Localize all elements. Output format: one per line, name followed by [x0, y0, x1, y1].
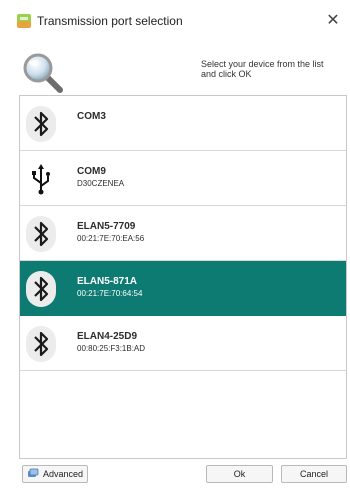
- app-icon: [17, 14, 31, 28]
- device-detail: D30CZENEA: [77, 179, 125, 188]
- title-bar: Transmission port selection ✕: [0, 0, 350, 44]
- close-button[interactable]: ✕: [323, 10, 343, 32]
- advanced-button[interactable]: Advanced: [22, 465, 88, 483]
- bluetooth-icon: [26, 106, 56, 142]
- device-name: ELAN5-871A: [77, 276, 138, 287]
- device-name: ELAN5-7709: [77, 221, 136, 232]
- instruction-text: Select your device from the list and cli…: [201, 59, 324, 79]
- device-detail: 00:21:7E:70:EA:56: [77, 234, 145, 243]
- device-name: COM3: [77, 111, 106, 122]
- magnifier-icon: [23, 53, 63, 93]
- device-row-com9[interactable]: COM9 D30CZENEA: [20, 151, 346, 206]
- advanced-settings-icon: [28, 468, 39, 477]
- advanced-label: Advanced: [43, 469, 84, 479]
- device-row-elan5-871a[interactable]: ELAN5-871A 00:21:7E:70:64:54: [20, 261, 346, 316]
- device-name: ELAN4-25D9: [77, 331, 138, 342]
- device-list[interactable]: COM3 COM9 D30CZENEA ELAN5-7709 00:21:7E:…: [19, 95, 347, 459]
- dialog-footer: Advanced Ok Cancel: [0, 462, 350, 488]
- bluetooth-icon: [26, 216, 56, 252]
- bluetooth-icon: [26, 271, 56, 307]
- bluetooth-icon: [26, 326, 56, 362]
- ok-button[interactable]: Ok: [206, 465, 273, 483]
- cancel-button[interactable]: Cancel: [281, 465, 347, 483]
- device-detail: 00:80:25:F3:1B:AD: [77, 344, 146, 353]
- usb-icon: [26, 161, 56, 197]
- device-row-com3[interactable]: COM3: [20, 96, 346, 151]
- window-title: Transmission port selection: [37, 14, 183, 28]
- header-area: Select your device from the list and cli…: [0, 44, 350, 94]
- device-row-elan5-7709[interactable]: ELAN5-7709 00:21:7E:70:EA:56: [20, 206, 346, 261]
- device-detail: 00:21:7E:70:64:54: [77, 289, 143, 298]
- device-name: COM9: [77, 166, 106, 177]
- device-row-elan4-25d9[interactable]: ELAN4-25D9 00:80:25:F3:1B:AD: [20, 316, 346, 371]
